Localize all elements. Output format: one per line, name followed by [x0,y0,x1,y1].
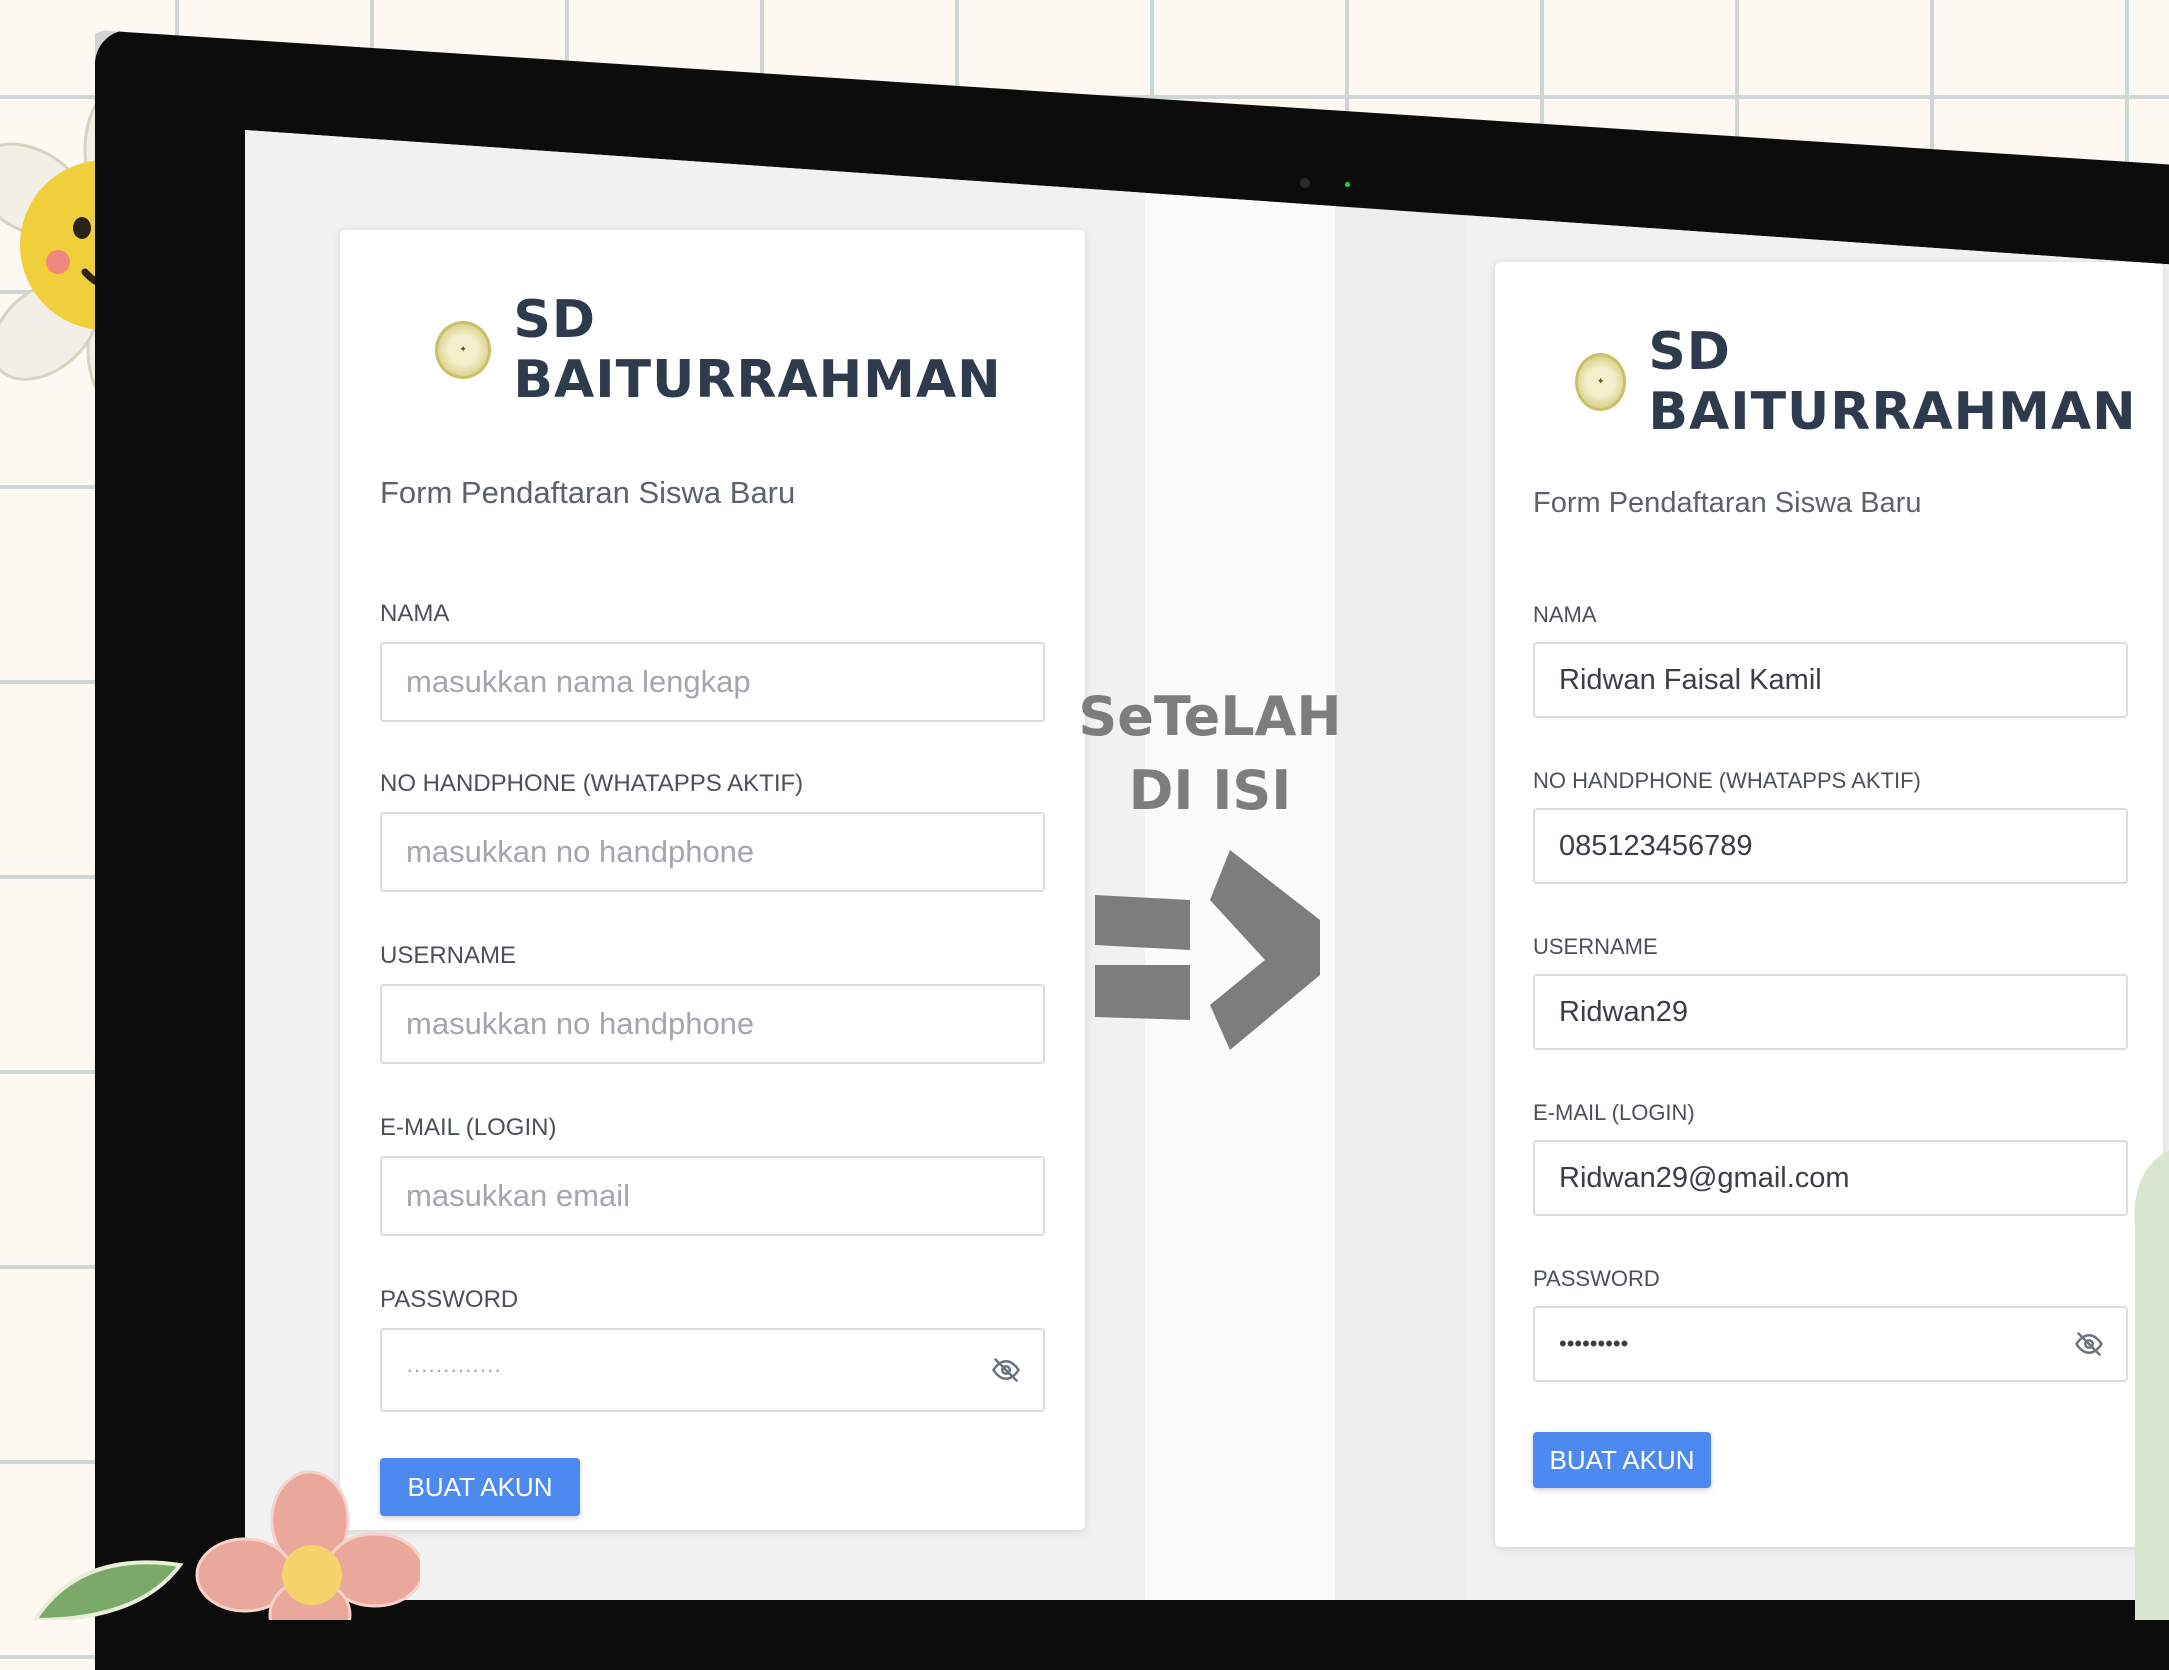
buat-akun-button[interactable]: BUAT AKUN [1533,1432,1711,1488]
label-username: USERNAME [380,942,517,969]
label-password: PASSWORD [1533,1266,1660,1291]
form-subtitle: Form Pendaftaran Siswa Baru [380,475,796,510]
caption-text: SeTeLAH DI ISI [1075,680,1345,828]
label-email: E-MAIL (LOGIN) [1533,1100,1695,1125]
school-logo-icon: ✦ [1575,353,1627,411]
label-nama: NAMA [380,600,450,627]
eye-slash-icon[interactable] [991,1355,1021,1385]
caption-line-2: DI ISI [1128,759,1292,822]
registration-card-empty: ✦ SD BAITURRAHMAN Form Pendaftaran Siswa… [340,230,1085,1530]
password-value: ············· [406,1357,502,1382]
password-value: ••••••••• [1559,1331,1629,1356]
camera-led [1345,182,1350,187]
label-nama: NAMA [1533,602,1597,627]
camera-icon [1300,178,1310,188]
label-no-handphone: NO HANDPHONE (WHATAPPS AKTIF) [380,770,804,797]
label-email: E-MAIL (LOGIN) [380,1114,557,1141]
label-no-handphone: NO HANDPHONE (WHATAPPS AKTIF) [1533,768,1921,793]
school-name: SD BAITURRAHMAN [513,290,1002,410]
email-input[interactable]: Ridwan29@gmail.com [1533,1140,2128,1216]
username-input[interactable]: masukkan no handphone [380,984,1045,1064]
nama-input[interactable]: Ridwan Faisal Kamil [1533,642,2128,718]
label-password: PASSWORD [380,1286,519,1313]
nama-input[interactable]: masukkan nama lengkap [380,642,1045,722]
registration-card-filled: ✦ SD BAITURRAHMAN Form Pendaftaran Siswa… [1495,262,2163,1547]
no-handphone-input[interactable]: 085123456789 [1533,808,2128,884]
school-logo-icon: ✦ [435,321,492,379]
flower-decoration [32,1470,420,1620]
label-username: USERNAME [1533,934,1658,959]
brand-header: ✦ SD BAITURRAHMAN [435,290,1085,410]
caption-line-1: SeTeLAH [1078,685,1342,748]
password-input[interactable]: ••••••••• [1533,1306,2128,1382]
password-input[interactable]: ············· [380,1328,1045,1412]
form-subtitle: Form Pendaftaran Siswa Baru [1533,487,1922,519]
brand-header: ✦ SD BAITURRAHMAN [1575,322,2163,442]
email-input[interactable]: masukkan email [380,1156,1045,1236]
username-input[interactable]: Ridwan29 [1533,974,2128,1050]
no-handphone-input[interactable]: masukkan no handphone [380,812,1045,892]
right-arrow-icon [1095,850,1320,1050]
school-name: SD BAITURRAHMAN [1648,322,2137,442]
leaf-decoration [2134,1150,2169,1620]
eye-slash-icon[interactable] [2074,1329,2104,1359]
